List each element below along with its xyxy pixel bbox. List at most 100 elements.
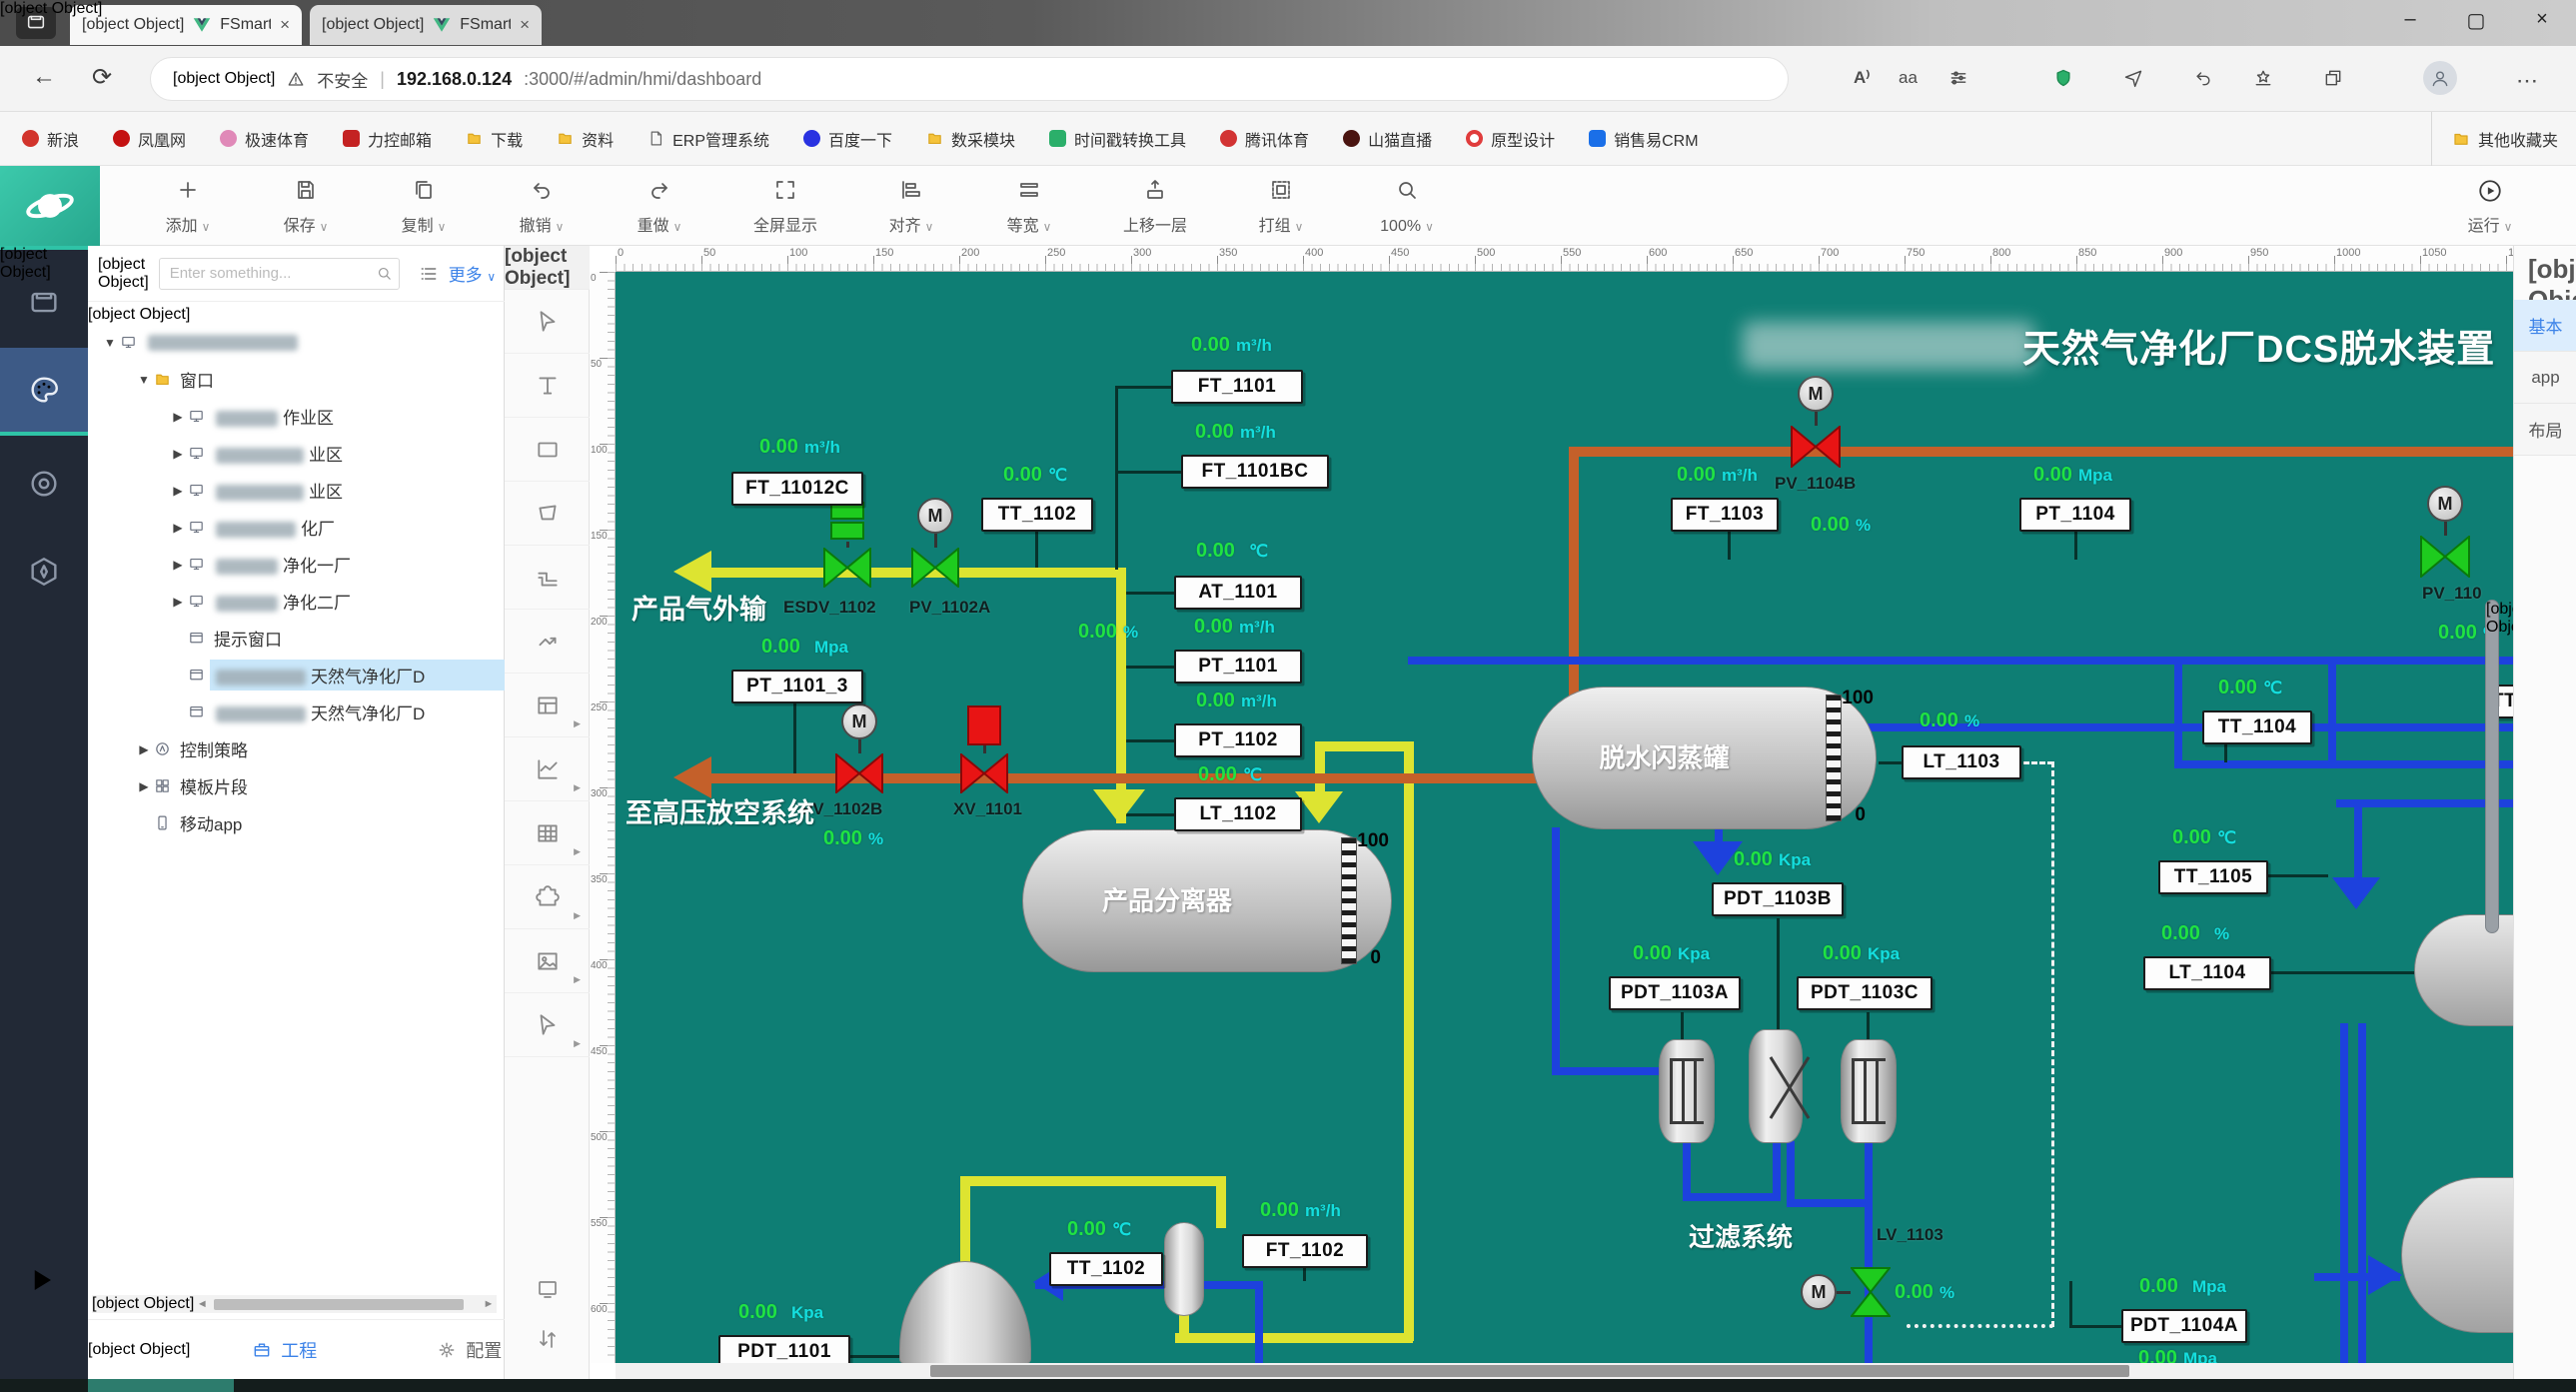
filter-vessel[interactable] xyxy=(1659,1039,1715,1143)
tag-FT_11012C[interactable]: FT_11012C xyxy=(731,472,863,506)
value-LT_1104[interactable]: 0.00% xyxy=(2161,922,2229,945)
toolbar-button-align[interactable]: 对齐∨ xyxy=(855,174,967,238)
minimize-button[interactable]: – xyxy=(2390,8,2430,31)
plane-icon[interactable] xyxy=(2123,68,2143,93)
toolbar-button-save[interactable]: 保存∨ xyxy=(250,174,362,238)
panel-horizontal-scrollbar[interactable]: [object Object]◄► xyxy=(92,1295,497,1313)
valve-label[interactable]: ESDV_1102 xyxy=(783,598,876,618)
tool-cursor2-icon[interactable]: ▶ xyxy=(505,993,590,1057)
tree-item[interactable]: ▼ xyxy=(88,324,505,361)
tag-AT_1101[interactable]: AT_1101 xyxy=(1174,576,1302,610)
value-PDT_1101[interactable]: 0.00Kpa xyxy=(738,1301,823,1324)
toolbar-button-fullscreen[interactable]: 全屏显示 xyxy=(721,174,849,238)
valve-XV_1101[interactable] xyxy=(960,753,1008,793)
value-PT_1101_3[interactable]: 0.00Mpa xyxy=(761,636,848,659)
refresh-ext-icon[interactable] xyxy=(2193,68,2213,93)
more-icon[interactable]: ⋯ xyxy=(2516,68,2538,94)
partial-vessel[interactable] xyxy=(2401,1177,2513,1333)
tag-PDT_1103B[interactable]: PDT_1103B xyxy=(1712,882,1844,916)
activity-item-palette[interactable] xyxy=(0,348,88,436)
process-value[interactable]: 0.00Mpa xyxy=(2138,1347,2217,1363)
shield-icon[interactable] xyxy=(2053,68,2073,93)
properties-tab-app[interactable]: app xyxy=(2514,352,2576,404)
bookmark-item[interactable]: 力控邮箱 xyxy=(343,127,432,151)
tool-cursor-icon[interactable] xyxy=(505,290,590,354)
valve-ESDV_1102[interactable] xyxy=(823,548,871,588)
tag-PT_1104[interactable]: PT_1104 xyxy=(2019,498,2131,532)
valve-label[interactable]: PV_1102A xyxy=(909,598,990,618)
valve-LV_1103[interactable] xyxy=(1851,1267,1891,1317)
bookmark-item[interactable]: 数采模块 xyxy=(926,127,1015,151)
browser-tab[interactable]: [object Object]FSmartWorx× xyxy=(70,5,302,45)
canvas-vertical-scrollbar[interactable]: [object Object] xyxy=(2485,600,2499,933)
tool-panel-icon[interactable]: ▶ xyxy=(505,674,590,737)
text-size-icon[interactable]: aa xyxy=(1899,68,1918,88)
tree-item-selected[interactable]: 天然气净化厂D xyxy=(88,657,505,694)
tool-pipe-icon[interactable] xyxy=(505,546,590,610)
diagram-label[interactable]: 产品气外输 xyxy=(632,588,766,627)
canvas-horizontal-scrollbar[interactable] xyxy=(616,1363,2513,1379)
value-FT_1101BC[interactable]: 0.00m³/h xyxy=(1195,421,1276,444)
value-FT_11012C[interactable]: 0.00m³/h xyxy=(759,436,840,459)
toolbar-button-plus[interactable]: 添加∨ xyxy=(132,174,244,238)
tune-icon[interactable] xyxy=(1948,68,1968,93)
properties-tab-基本[interactable]: 基本 xyxy=(2514,300,2576,352)
diagram-label[interactable]: 至高压放空系统 xyxy=(626,791,814,830)
favorites-icon[interactable] xyxy=(2253,68,2273,93)
value-TT_1102[interactable]: 0.00℃ xyxy=(1067,1218,1131,1241)
valve-PV_1102A[interactable] xyxy=(911,548,959,588)
value-PT_1102[interactable]: 0.00m³/h xyxy=(1196,690,1277,712)
process-value[interactable]: 0.00% xyxy=(823,827,883,850)
properties-tab-布局[interactable]: 布局 xyxy=(2514,404,2576,456)
tab-close-icon[interactable]: × xyxy=(520,15,530,35)
dome-vessel[interactable] xyxy=(899,1261,1031,1363)
value-PDT_1103B[interactable]: 0.00Kpa xyxy=(1734,848,1811,871)
tag-PT_1101[interactable]: PT_1101 xyxy=(1174,650,1302,684)
activity-item-cube[interactable] xyxy=(0,528,88,616)
tree-item[interactable]: 移动app xyxy=(88,804,505,841)
partial-vessel[interactable] xyxy=(2414,914,2513,1026)
bottom-tab-project[interactable]: 工程 xyxy=(252,1337,317,1363)
value-FT_1101[interactable]: 0.00m³/h xyxy=(1191,334,1272,357)
valve-PV_110[interactable] xyxy=(2420,536,2470,578)
tag-TT_1102[interactable]: TT_1102 xyxy=(981,498,1093,532)
tag-FT_1102[interactable]: FT_1102 xyxy=(1242,1234,1368,1268)
value-FT_1103[interactable]: 0.00m³/h xyxy=(1677,464,1758,487)
tree-caret-icon[interactable]: ▶ xyxy=(168,521,188,535)
bookmark-item[interactable]: 凤凰网 xyxy=(113,127,186,151)
value-LT_1103[interactable]: 0.00% xyxy=(1920,709,1979,732)
bookmark-item[interactable]: 百度一下 xyxy=(803,127,892,151)
bottom-tab-config[interactable]: 配置 xyxy=(437,1337,502,1363)
toolbar-button-undo[interactable]: 撤销∨ xyxy=(486,174,598,238)
close-button[interactable]: × xyxy=(2522,8,2562,31)
bookmark-item[interactable]: 腾讯体育 xyxy=(1220,127,1309,151)
tag-PT_1101_3[interactable]: PT_1101_3 xyxy=(731,670,863,703)
tool-textT-icon[interactable] xyxy=(505,354,590,418)
process-value[interactable]: 0.00% xyxy=(1895,1281,1954,1304)
tree-item[interactable]: 天然气净化厂D xyxy=(88,694,505,730)
tag-TT_1104[interactable]: TT_1104 xyxy=(2202,710,2312,744)
tab-close-icon[interactable]: × xyxy=(280,15,290,35)
tree-caret-icon[interactable]: ▶ xyxy=(134,779,154,793)
value-TT_1105[interactable]: 0.00℃ xyxy=(2172,826,2236,849)
valve-label[interactable]: PV_1104B xyxy=(1775,474,1856,494)
tree-item[interactable]: ▶作业区 xyxy=(88,398,505,435)
tag-PDT_1103A[interactable]: PDT_1103A xyxy=(1609,976,1741,1010)
filter-vessel[interactable] xyxy=(1841,1039,1897,1143)
search-input[interactable] xyxy=(159,258,400,290)
tag-PT_1102[interactable]: PT_1102 xyxy=(1174,723,1302,757)
process-value[interactable]: 0.00% xyxy=(1811,514,1871,537)
back-button[interactable]: ← xyxy=(32,63,56,91)
tool-rect-icon[interactable] xyxy=(505,418,590,482)
tree-item[interactable]: 提示窗口 xyxy=(88,620,505,657)
toolbar-button-redo[interactable]: 重做∨ xyxy=(604,174,715,238)
bookmark-item[interactable]: 资料 xyxy=(557,127,614,151)
tree-caret-icon[interactable]: ▶ xyxy=(168,484,188,498)
scrollbar-handle[interactable] xyxy=(214,1299,464,1310)
bookmark-item[interactable]: 下载 xyxy=(466,127,523,151)
list-view-icon[interactable] xyxy=(419,264,439,284)
avatar[interactable] xyxy=(2423,61,2457,95)
value-PT_1101[interactable]: 0.00m³/h xyxy=(1194,616,1275,639)
tag-FT_1103[interactable]: FT_1103 xyxy=(1671,498,1779,532)
tree-item[interactable]: ▶业区 xyxy=(88,472,505,509)
